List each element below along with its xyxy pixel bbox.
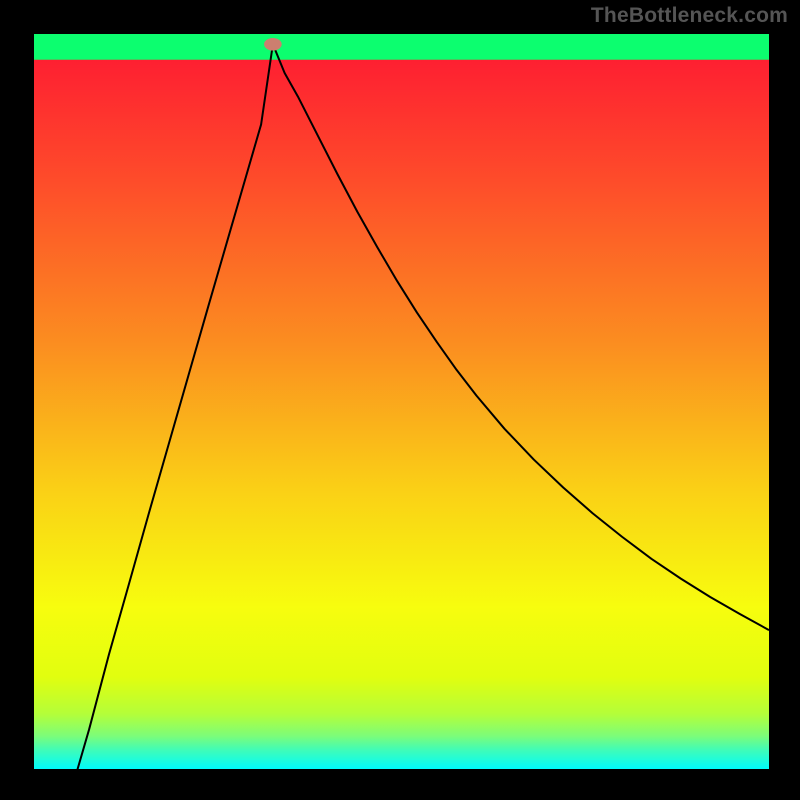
gradient-background xyxy=(34,34,769,769)
attribution-label: TheBottleneck.com xyxy=(591,4,788,28)
green-band xyxy=(34,34,769,60)
chart-frame: TheBottleneck.com xyxy=(0,0,800,800)
bottleneck-chart xyxy=(0,0,800,800)
optimal-marker xyxy=(264,38,282,50)
